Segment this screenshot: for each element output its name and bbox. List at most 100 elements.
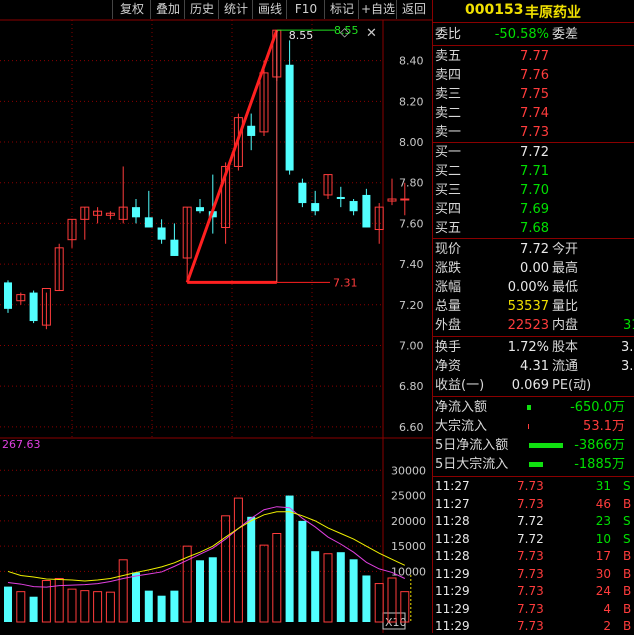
flow-label: 5日大宗流入 — [435, 457, 509, 472]
tick-price: 7.73 — [517, 549, 544, 563]
volume-tick-label: 10000 — [391, 565, 426, 578]
price-tick-label: 7.40 — [399, 258, 424, 271]
stat-label: 外盘 — [435, 318, 462, 333]
tick-side: B — [623, 549, 632, 563]
tick-volume: 46 — [595, 496, 611, 511]
tick-side: B — [623, 619, 632, 633]
finance-row: 换手 1.72% 股本 3. — [433, 338, 634, 357]
finance-value: 0.069 — [511, 378, 549, 393]
volume-bar — [4, 586, 12, 622]
volume-bar — [259, 544, 269, 623]
stat-row: 现价 7.72 今开 — [433, 240, 634, 259]
sell-label: 卖五 — [435, 49, 462, 64]
tick-price: 7.73 — [517, 601, 544, 616]
quote-panel: 000153 丰原药业 委比 -50.58% 委差 卖五 7.77 卖四 7.76 卖三… — [432, 0, 634, 633]
sell-label: 卖三 — [435, 87, 462, 102]
finance-value: 1.72% — [507, 340, 549, 355]
tick-price: 7.73 — [517, 619, 544, 633]
weibi-value: -50.58% — [494, 27, 549, 42]
tick-side: B — [623, 496, 632, 511]
price-tick-label: 7.60 — [399, 217, 424, 230]
tick-price: 7.73 — [517, 479, 544, 493]
tick-price: 7.72 — [517, 531, 544, 546]
sell-price: 7.77 — [520, 49, 549, 64]
finance-right-label: 流通 — [552, 359, 579, 374]
tick-side: B — [623, 601, 632, 616]
volume-bar — [93, 591, 103, 623]
sell-price: 7.76 — [520, 68, 549, 83]
tick-row: 11:29 7.73 4 B — [433, 601, 634, 618]
volume-bar — [362, 575, 371, 622]
tick-side: S — [623, 514, 631, 528]
flow-label: 5日净流入额 — [435, 438, 509, 453]
tick-row: 11:28 7.72 23 S — [433, 513, 634, 530]
stat-right-label: 今开 — [552, 242, 579, 257]
finance-right-label: PE(动) — [552, 378, 592, 393]
candle-body — [349, 201, 358, 212]
buy-row: 买一 7.72 — [433, 143, 634, 162]
buy-label: 买一 — [435, 145, 462, 160]
sell-price: 7.74 — [520, 106, 549, 121]
sell-row: 卖五 7.77 — [433, 47, 634, 66]
tick-time: 11:28 — [435, 549, 470, 563]
sell-label: 卖四 — [435, 68, 462, 83]
candle-body — [336, 196, 345, 200]
flow-bar — [527, 405, 531, 410]
buy-price: 7.68 — [520, 221, 549, 236]
finance-extra: 3. — [621, 359, 634, 374]
volume-bar — [272, 533, 282, 623]
close-icon[interactable]: ✕ — [366, 26, 377, 41]
candle-body — [400, 198, 410, 201]
tick-price: 7.73 — [517, 566, 544, 581]
tick-time: 11:29 — [435, 584, 470, 598]
stat-right-label: 量比 — [552, 299, 579, 314]
price-tick-label: 7.00 — [399, 339, 424, 352]
sell-row: 卖三 7.75 — [433, 85, 634, 104]
volume-tick-label: 30000 — [391, 464, 426, 477]
buy-price: 7.72 — [520, 145, 549, 160]
stock-header: 000153 丰原药业 — [433, 0, 634, 23]
stat-value: 0.00% — [507, 280, 549, 295]
volume-bar — [323, 553, 333, 623]
price-tick-label: 8.20 — [399, 95, 424, 108]
tick-side: S — [623, 531, 631, 546]
flow-bar — [529, 443, 563, 448]
tick-row: 11:27 7.73 46 B — [433, 496, 634, 513]
volume-tick-label: 25000 — [391, 490, 426, 503]
stat-value: 53537 — [507, 299, 549, 314]
price-tick-label: 7.80 — [399, 177, 424, 190]
price-axis: 8.40 8.20 8.00 7.80 7.60 7.40 7.20 7.00 6.80 6.60 — [399, 55, 424, 434]
flow-value: -1885万 — [574, 457, 625, 472]
candle-body — [29, 292, 38, 322]
finance-label: 净资 — [435, 359, 462, 374]
flow-bar — [529, 462, 543, 467]
tick-time: 11:27 — [435, 496, 470, 511]
tick-volume: 10 — [595, 531, 611, 546]
tick-volume: 23 — [595, 514, 611, 528]
sell-price: 7.75 — [520, 87, 549, 102]
weicha-label: 委差 — [552, 27, 579, 42]
finance-label: 换手 — [435, 340, 462, 355]
tick-volume: 2 — [603, 619, 611, 633]
stat-label: 涨跌 — [435, 261, 462, 276]
volume-bar — [105, 591, 115, 623]
tick-row: 11:29 7.73 2 B — [433, 618, 634, 635]
buy-label: 买二 — [435, 164, 462, 179]
finance-value: 4.31 — [520, 359, 549, 374]
candle-body — [311, 203, 320, 212]
flow-value: 53.1万 — [583, 419, 625, 434]
tick-side: B — [623, 566, 632, 581]
kline-chart[interactable]: 8.40 8.20 8.00 7.80 7.60 7.40 7.20 7.00 6.80 6.60… — [0, 0, 432, 633]
tick-time: 11:28 — [435, 514, 470, 528]
high-annotation: 8.55 — [289, 29, 314, 42]
volume-axis: 3000025000200001500010000X10 — [382, 464, 426, 630]
flow-row: 大宗流入 53.1万 — [433, 417, 634, 436]
candle-body — [132, 207, 140, 218]
stat-row: 外盘 22523内盘 31 — [433, 316, 634, 335]
sell-label: 卖二 — [435, 106, 462, 121]
buy-row: 买四 7.69 — [433, 200, 634, 219]
buy-row: 买三 7.70 — [433, 181, 634, 200]
tick-price: 7.73 — [517, 496, 544, 511]
diamond-icon[interactable]: ◇ — [340, 25, 350, 39]
price-tick-label: 6.80 — [399, 380, 424, 393]
